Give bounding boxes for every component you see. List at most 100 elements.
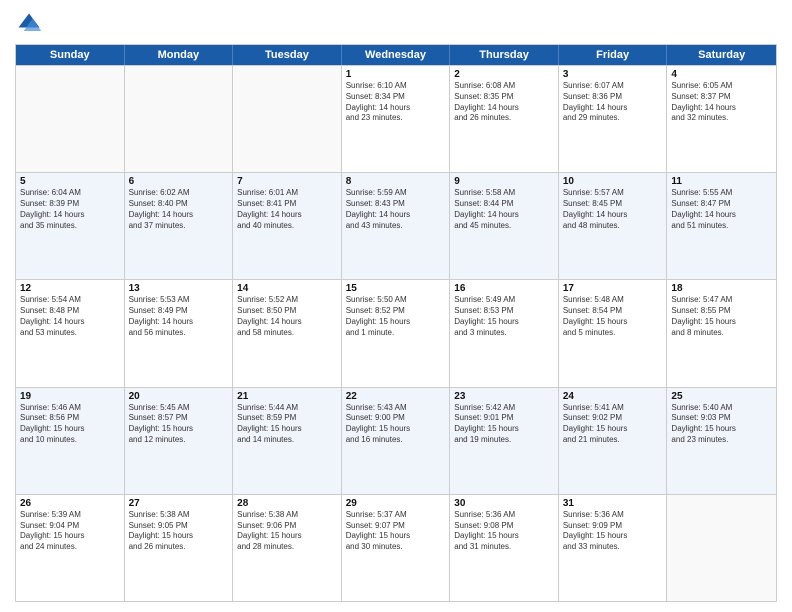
day-cell-25: 25Sunrise: 5:40 AM Sunset: 9:03 PM Dayli…: [667, 388, 776, 494]
day-cell-30: 30Sunrise: 5:36 AM Sunset: 9:08 PM Dayli…: [450, 495, 559, 601]
day-number: 15: [346, 283, 446, 294]
day-cell-29: 29Sunrise: 5:37 AM Sunset: 9:07 PM Dayli…: [342, 495, 451, 601]
day-number: 9: [454, 176, 554, 187]
header: [15, 10, 777, 38]
day-info: Sunrise: 5:42 AM Sunset: 9:01 PM Dayligh…: [454, 403, 554, 446]
day-info: Sunrise: 5:55 AM Sunset: 8:47 PM Dayligh…: [671, 188, 772, 231]
day-info: Sunrise: 5:53 AM Sunset: 8:49 PM Dayligh…: [129, 295, 229, 338]
day-number: 11: [671, 176, 772, 187]
day-cell-27: 27Sunrise: 5:38 AM Sunset: 9:05 PM Dayli…: [125, 495, 234, 601]
day-number: 13: [129, 283, 229, 294]
day-info: Sunrise: 5:49 AM Sunset: 8:53 PM Dayligh…: [454, 295, 554, 338]
empty-cell: [667, 495, 776, 601]
day-info: Sunrise: 5:36 AM Sunset: 9:08 PM Dayligh…: [454, 510, 554, 553]
day-info: Sunrise: 5:48 AM Sunset: 8:54 PM Dayligh…: [563, 295, 663, 338]
day-info: Sunrise: 5:58 AM Sunset: 8:44 PM Dayligh…: [454, 188, 554, 231]
day-cell-22: 22Sunrise: 5:43 AM Sunset: 9:00 PM Dayli…: [342, 388, 451, 494]
calendar-row-2: 5Sunrise: 6:04 AM Sunset: 8:39 PM Daylig…: [16, 172, 776, 279]
day-number: 1: [346, 69, 446, 80]
day-info: Sunrise: 5:43 AM Sunset: 9:00 PM Dayligh…: [346, 403, 446, 446]
day-info: Sunrise: 5:50 AM Sunset: 8:52 PM Dayligh…: [346, 295, 446, 338]
day-cell-19: 19Sunrise: 5:46 AM Sunset: 8:56 PM Dayli…: [16, 388, 125, 494]
day-info: Sunrise: 5:57 AM Sunset: 8:45 PM Dayligh…: [563, 188, 663, 231]
day-info: Sunrise: 6:10 AM Sunset: 8:34 PM Dayligh…: [346, 81, 446, 124]
day-info: Sunrise: 5:38 AM Sunset: 9:06 PM Dayligh…: [237, 510, 337, 553]
calendar-row-3: 12Sunrise: 5:54 AM Sunset: 8:48 PM Dayli…: [16, 279, 776, 386]
day-cell-13: 13Sunrise: 5:53 AM Sunset: 8:49 PM Dayli…: [125, 280, 234, 386]
day-number: 8: [346, 176, 446, 187]
empty-cell: [233, 66, 342, 172]
day-info: Sunrise: 5:38 AM Sunset: 9:05 PM Dayligh…: [129, 510, 229, 553]
day-cell-18: 18Sunrise: 5:47 AM Sunset: 8:55 PM Dayli…: [667, 280, 776, 386]
day-info: Sunrise: 5:59 AM Sunset: 8:43 PM Dayligh…: [346, 188, 446, 231]
day-number: 14: [237, 283, 337, 294]
day-number: 5: [20, 176, 120, 187]
logo-icon: [15, 10, 43, 38]
day-cell-16: 16Sunrise: 5:49 AM Sunset: 8:53 PM Dayli…: [450, 280, 559, 386]
day-cell-24: 24Sunrise: 5:41 AM Sunset: 9:02 PM Dayli…: [559, 388, 668, 494]
day-cell-6: 6Sunrise: 6:02 AM Sunset: 8:40 PM Daylig…: [125, 173, 234, 279]
day-info: Sunrise: 5:41 AM Sunset: 9:02 PM Dayligh…: [563, 403, 663, 446]
header-day-saturday: Saturday: [667, 45, 776, 65]
day-cell-5: 5Sunrise: 6:04 AM Sunset: 8:39 PM Daylig…: [16, 173, 125, 279]
header-day-thursday: Thursday: [450, 45, 559, 65]
day-info: Sunrise: 5:44 AM Sunset: 8:59 PM Dayligh…: [237, 403, 337, 446]
calendar-row-5: 26Sunrise: 5:39 AM Sunset: 9:04 PM Dayli…: [16, 494, 776, 601]
day-number: 21: [237, 391, 337, 402]
day-number: 18: [671, 283, 772, 294]
day-cell-15: 15Sunrise: 5:50 AM Sunset: 8:52 PM Dayli…: [342, 280, 451, 386]
day-cell-8: 8Sunrise: 5:59 AM Sunset: 8:43 PM Daylig…: [342, 173, 451, 279]
day-info: Sunrise: 6:05 AM Sunset: 8:37 PM Dayligh…: [671, 81, 772, 124]
day-number: 27: [129, 498, 229, 509]
day-info: Sunrise: 6:08 AM Sunset: 8:35 PM Dayligh…: [454, 81, 554, 124]
day-info: Sunrise: 5:52 AM Sunset: 8:50 PM Dayligh…: [237, 295, 337, 338]
day-cell-3: 3Sunrise: 6:07 AM Sunset: 8:36 PM Daylig…: [559, 66, 668, 172]
empty-cell: [16, 66, 125, 172]
day-number: 24: [563, 391, 663, 402]
day-number: 3: [563, 69, 663, 80]
day-number: 19: [20, 391, 120, 402]
logo: [15, 10, 47, 38]
day-number: 7: [237, 176, 337, 187]
day-cell-28: 28Sunrise: 5:38 AM Sunset: 9:06 PM Dayli…: [233, 495, 342, 601]
day-number: 30: [454, 498, 554, 509]
calendar-header: SundayMondayTuesdayWednesdayThursdayFrid…: [16, 45, 776, 65]
day-number: 16: [454, 283, 554, 294]
day-cell-17: 17Sunrise: 5:48 AM Sunset: 8:54 PM Dayli…: [559, 280, 668, 386]
day-info: Sunrise: 5:46 AM Sunset: 8:56 PM Dayligh…: [20, 403, 120, 446]
day-number: 6: [129, 176, 229, 187]
calendar-body: 1Sunrise: 6:10 AM Sunset: 8:34 PM Daylig…: [16, 65, 776, 601]
day-cell-31: 31Sunrise: 5:36 AM Sunset: 9:09 PM Dayli…: [559, 495, 668, 601]
day-info: Sunrise: 6:07 AM Sunset: 8:36 PM Dayligh…: [563, 81, 663, 124]
calendar-row-1: 1Sunrise: 6:10 AM Sunset: 8:34 PM Daylig…: [16, 65, 776, 172]
calendar-row-4: 19Sunrise: 5:46 AM Sunset: 8:56 PM Dayli…: [16, 387, 776, 494]
day-info: Sunrise: 5:37 AM Sunset: 9:07 PM Dayligh…: [346, 510, 446, 553]
day-cell-12: 12Sunrise: 5:54 AM Sunset: 8:48 PM Dayli…: [16, 280, 125, 386]
day-cell-11: 11Sunrise: 5:55 AM Sunset: 8:47 PM Dayli…: [667, 173, 776, 279]
day-info: Sunrise: 5:45 AM Sunset: 8:57 PM Dayligh…: [129, 403, 229, 446]
day-info: Sunrise: 6:02 AM Sunset: 8:40 PM Dayligh…: [129, 188, 229, 231]
day-number: 22: [346, 391, 446, 402]
day-info: Sunrise: 6:04 AM Sunset: 8:39 PM Dayligh…: [20, 188, 120, 231]
day-cell-4: 4Sunrise: 6:05 AM Sunset: 8:37 PM Daylig…: [667, 66, 776, 172]
day-number: 29: [346, 498, 446, 509]
header-day-tuesday: Tuesday: [233, 45, 342, 65]
day-number: 17: [563, 283, 663, 294]
day-number: 26: [20, 498, 120, 509]
day-number: 2: [454, 69, 554, 80]
day-cell-7: 7Sunrise: 6:01 AM Sunset: 8:41 PM Daylig…: [233, 173, 342, 279]
day-number: 10: [563, 176, 663, 187]
day-info: Sunrise: 5:39 AM Sunset: 9:04 PM Dayligh…: [20, 510, 120, 553]
day-number: 25: [671, 391, 772, 402]
header-day-friday: Friday: [559, 45, 668, 65]
header-day-wednesday: Wednesday: [342, 45, 451, 65]
day-cell-23: 23Sunrise: 5:42 AM Sunset: 9:01 PM Dayli…: [450, 388, 559, 494]
day-number: 20: [129, 391, 229, 402]
day-number: 28: [237, 498, 337, 509]
header-day-sunday: Sunday: [16, 45, 125, 65]
day-number: 31: [563, 498, 663, 509]
day-info: Sunrise: 5:40 AM Sunset: 9:03 PM Dayligh…: [671, 403, 772, 446]
day-number: 23: [454, 391, 554, 402]
day-info: Sunrise: 6:01 AM Sunset: 8:41 PM Dayligh…: [237, 188, 337, 231]
day-cell-9: 9Sunrise: 5:58 AM Sunset: 8:44 PM Daylig…: [450, 173, 559, 279]
